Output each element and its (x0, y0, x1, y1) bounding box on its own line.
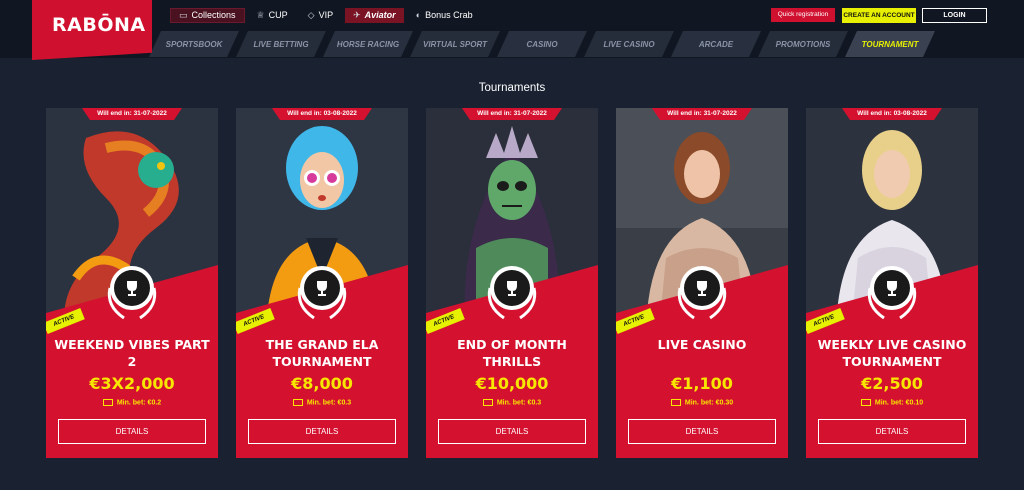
logo[interactable]: RABŌNA (32, 0, 152, 60)
tournament-card[interactable]: Will end in: 31-07-2022 ACTIVE WEEKEND V… (46, 108, 218, 458)
wallet-icon (670, 399, 681, 406)
nav-tournament[interactable]: TOURNAMENT (845, 31, 935, 57)
crab-icon: ◐ (415, 10, 422, 20)
tournament-card[interactable]: Will end in: 03-08-2022 ACTIVE THE GRAND… (236, 108, 408, 458)
trophy-icon (300, 266, 344, 310)
nav-live-betting[interactable]: LIVE BETTING (236, 31, 326, 57)
trophy-icon (680, 266, 724, 310)
end-date-ribbon: Will end in: 31-07-2022 (462, 108, 562, 120)
end-date-ribbon: Will end in: 03-08-2022 (272, 108, 372, 120)
collections-link[interactable]: ▭ Collections (170, 7, 245, 23)
details-button[interactable]: DETAILS (628, 419, 776, 444)
nav-horse-racing[interactable]: HORSE RACING (323, 31, 413, 57)
min-bet-text: Min. bet: €0.10 (874, 399, 924, 407)
cup-label: CUP (268, 10, 288, 20)
wallet-icon (860, 399, 871, 406)
cup-link[interactable]: ♕ CUP (249, 8, 296, 23)
tournament-title: END OF MONTH THRILLS (457, 337, 567, 369)
tournament-card[interactable]: Will end in: 31-07-2022 ACTIVE LIVE CASI… (616, 108, 788, 458)
tournament-card[interactable]: Will end in: 03-08-2022 ACTIVE WEEKLY LI… (806, 108, 978, 458)
section-title: Tournaments (478, 82, 546, 94)
nav-virtual-sport[interactable]: VIRTUAL SPORT (410, 31, 500, 57)
end-date-ribbon: Will end in: 31-07-2022 (82, 108, 182, 120)
trophy-icon (490, 266, 534, 310)
plane-icon: ✈ (353, 9, 361, 20)
site-header: RABŌNA ▭ Collections ♕ CUP ◇ VIP ✈ Aviat… (0, 0, 1024, 60)
details-button[interactable]: DETAILS (818, 419, 966, 444)
prize-amount: €8,000 (291, 374, 353, 393)
main-nav: SPORTSBOOK LIVE BETTING HORSE RACING VIR… (152, 31, 935, 57)
prize-amount: €2,500 (861, 374, 923, 393)
prize-amount: €1,100 (671, 374, 733, 393)
tournament-title: THE GRAND ELA TOURNAMENT (265, 337, 379, 369)
nav-casino[interactable]: CASINO (497, 31, 587, 57)
details-button[interactable]: DETAILS (248, 419, 396, 444)
trophy-icon (110, 266, 154, 310)
nav-arcade[interactable]: ARCADE (671, 31, 761, 57)
wallet-icon (102, 399, 113, 406)
trophy-icon (870, 266, 914, 310)
details-button[interactable]: DETAILS (58, 419, 206, 444)
nav-promotions[interactable]: PROMOTIONS (758, 31, 848, 57)
diamond-icon: ◇ (307, 9, 315, 20)
min-bet-text: Min. bet: €0.30 (684, 399, 734, 407)
login-button[interactable]: LOGIN (922, 8, 987, 23)
prize-amount: €10,000 (475, 374, 549, 393)
min-bet-text: Min. bet: €0.3 (496, 399, 542, 407)
book-icon: ▭ (179, 9, 188, 20)
nav-sportsbook[interactable]: SPORTSBOOK (149, 31, 239, 57)
min-bet: Min. bet: €0.3 (426, 399, 598, 406)
wallet-icon (292, 399, 303, 406)
tournament-title: LIVE CASINO (657, 337, 747, 352)
prize-amount: €3X2,000 (89, 374, 175, 393)
min-bet: Min. bet: €0.2 (46, 399, 218, 406)
tournament-title: WEEKLY LIVE CASINO TOURNAMENT (817, 337, 967, 369)
end-date-ribbon: Will end in: 31-07-2022 (652, 108, 752, 120)
tournament-card[interactable]: Will end in: 31-07-2022 ACTIVE END OF MO… (426, 108, 598, 458)
vip-label: VIP (318, 10, 334, 20)
bonus-crab-link[interactable]: ◐ Bonus Crab (408, 8, 481, 23)
min-bet-text: Min. bet: €0.2 (116, 399, 162, 407)
min-bet-text: Min. bet: €0.3 (306, 399, 352, 407)
collections-label: Collections (191, 10, 236, 20)
top-links: ▭ Collections ♕ CUP ◇ VIP ✈ Aviator ◐ Bo… (170, 7, 481, 23)
vip-link[interactable]: ◇ VIP (300, 8, 341, 23)
details-button[interactable]: DETAILS (438, 419, 586, 444)
create-account-button[interactable]: CREATE AN ACCOUNT (842, 8, 916, 23)
min-bet: Min. bet: €0.10 (806, 399, 978, 406)
bonus-crab-label: Bonus Crab (425, 10, 473, 20)
nav-live-casino[interactable]: LIVE CASINO (584, 31, 674, 57)
wallet-icon (482, 399, 493, 406)
tournament-cards: Will end in: 31-07-2022 ACTIVE WEEKEND V… (46, 108, 978, 458)
aviator-link[interactable]: ✈ Aviator (345, 7, 404, 23)
min-bet: Min. bet: €0.30 (616, 399, 788, 406)
min-bet: Min. bet: €0.3 (236, 399, 408, 406)
end-date-ribbon: Will end in: 03-08-2022 (842, 108, 942, 120)
quick-registration-button[interactable]: Quick registration (771, 8, 835, 22)
aviator-label: Aviator (364, 10, 396, 20)
cup-icon: ♕ (256, 9, 265, 20)
logo-text: RABŌNA (52, 14, 146, 36)
tournament-title: WEEKEND VIBES PART 2 (54, 337, 210, 369)
